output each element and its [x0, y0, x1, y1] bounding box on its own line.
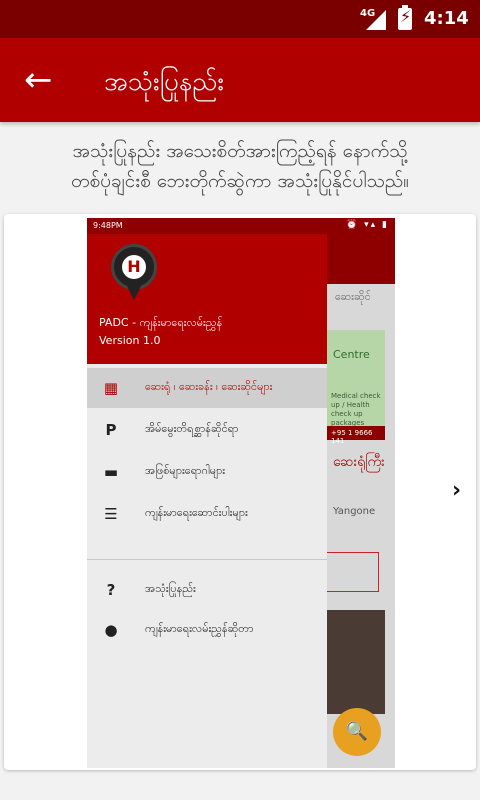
next-chevron-icon[interactable]: › [452, 478, 461, 503]
search-fab-icon: 🔍 [333, 708, 381, 756]
banner-title: Centre [333, 348, 370, 361]
drawer-item-label: ကျန်းမာရေးဆောင်းပါးများ [145, 506, 248, 519]
help-icon: ? [106, 581, 116, 599]
screenshot-banner: Centre Medical check up / Health check u… [327, 330, 385, 440]
signal-icon [366, 10, 386, 30]
drawer-item-label: အသုံးပြုနည်း [145, 582, 196, 595]
app-logo-icon: H [111, 244, 157, 300]
drawer-item-articles: ☰ ကျန်းမာရေးဆောင်းပါးများ [87, 494, 327, 534]
drawer-divider [87, 559, 327, 560]
screenshot-status-time: 9:48PM [93, 221, 123, 230]
status-bar: 4G ⚡ 4:14 [0, 0, 480, 38]
page-title: အသုံးပြုနည်း [104, 67, 224, 97]
back-arrow-icon[interactable]: ← [24, 60, 64, 100]
drawer-item-label: အဖြစ်များရောဂါများ [145, 464, 226, 477]
drawer-item-label: ဆေးရုံ ၊ ဆေးခန်း ၊ ဆေးဆိုင်များ [145, 380, 273, 393]
screenshot-city: Yangone [333, 506, 376, 517]
navigation-drawer: H PADC - ကျန်းမာရေးလမ်းညွှန် Version 1.0… [87, 234, 327, 768]
screenshot-status-icons: ⏰ ▾▴ ▮ [346, 220, 389, 230]
status-time: 4:14 [424, 8, 469, 29]
banner-subtitle: Medical check up / Health check up packa… [331, 392, 381, 427]
app-bar: ← အသုံးပြုနည်း [0, 38, 480, 122]
drawer-item-pets: P အိမ်မွေးတိရစ္ဆာန်ဆိုင်ရာ [87, 410, 327, 450]
parking-icon: P [105, 421, 117, 439]
screenshot-tab-label: ဆေးဆိုင် [335, 290, 371, 303]
drawer-item-diseases: ▬ အဖြစ်များရောဂါများ [87, 452, 327, 492]
drawer-item-hospitals: ▦ ဆေးရုံ ၊ ဆေးခန်း ၊ ဆေးဆိုင်များ [87, 368, 327, 408]
drawer-item-about: ● ကျန်းမာရေးလမ်းညွှန်ဆိုတာ [87, 610, 327, 650]
drawer-item-how-to-use: ? အသုံးပြုနည်း [87, 570, 327, 610]
drawer-header: H PADC - ကျန်းမာရေးလမ်းညွှန် Version 1.0 [87, 234, 327, 364]
screenshot-appbar [327, 234, 395, 284]
instructions-line-1: အသုံးပြုနည်း အသေးစိတ်အားကြည့်ရန် နောက်သိ… [72, 140, 408, 162]
bed-icon: ▬ [103, 463, 119, 481]
instructions-line-2: တစ်ပုံချင်းစီ ဘေးတိုက်ဆွဲကာ အသုံးပြုနိုင… [70, 170, 410, 192]
charging-icon: ⚡ [400, 7, 412, 26]
location-pin-icon: ● [104, 621, 118, 639]
screenshot-status-bar: 9:48PM ⏰ ▾▴ ▮ [87, 218, 395, 234]
drawer-item-label: အိမ်မွေးတိရစ္ဆာန်ဆိုင်ရာ [145, 422, 239, 435]
drawer-version: Version 1.0 [99, 334, 161, 347]
screenshot-photo [327, 610, 385, 714]
drawer-item-label: ကျန်းမာရေးလမ်းညွှန်ဆိုတာ [145, 622, 254, 635]
screenshot-heading: ဆေးရုံကြီး [333, 454, 385, 470]
instructions-text: အသုံးပြုနည်း အသေးစိတ်အားကြည့်ရန် နောက်သိ… [0, 130, 480, 210]
drawer-app-name: PADC - ကျန်းမာရေးလမ်းညွှန် [99, 316, 223, 329]
screenshot-outline-box [327, 552, 379, 592]
banner-phone: +95 1 9666 141 [327, 426, 385, 445]
tutorial-screenshot: 9:48PM ⏰ ▾▴ ▮ ဆေးဆိုင် Centre Medical ch… [87, 218, 395, 768]
list-icon: ☰ [104, 505, 118, 523]
building-icon: ▦ [103, 379, 119, 397]
